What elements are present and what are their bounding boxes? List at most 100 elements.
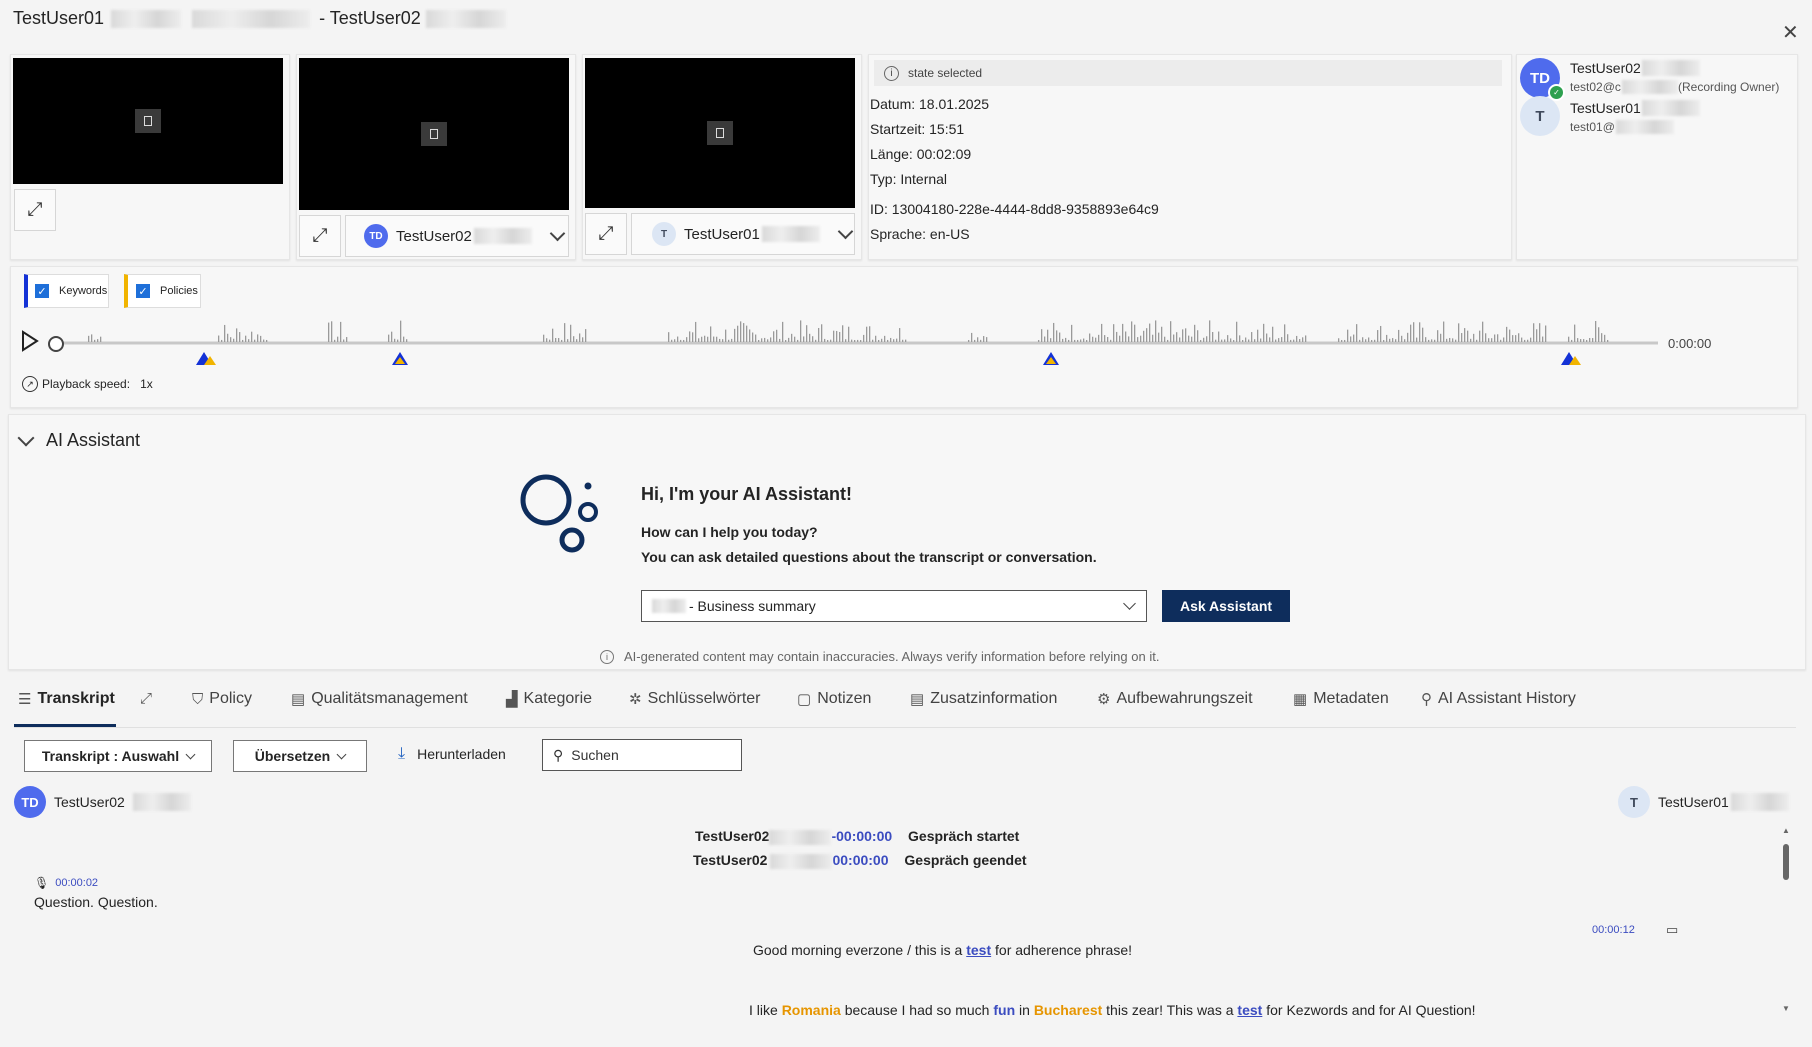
expand-button[interactable]: ⤢ <box>14 189 56 231</box>
playback-speed[interactable]: ↗ Playback speed: 1x <box>22 376 153 392</box>
tab-policy[interactable]: ⛉ Policy <box>192 690 252 708</box>
text-segment: in <box>1019 1002 1030 1018</box>
tab-zusatzinformation[interactable]: ▤ Zusatzinformation <box>910 690 1057 708</box>
expand-button[interactable]: ⤢ <box>585 213 627 255</box>
transcript-left-speaker: TD TestUser02 <box>14 786 191 818</box>
tab-aufbewahrungszeit[interactable]: ⚙ Aufbewahrungszeit <box>1097 690 1253 708</box>
video-frame[interactable] <box>585 58 855 208</box>
waveform-bar <box>394 338 396 342</box>
ai-section-toggle[interactable]: AI Assistant <box>17 429 140 451</box>
waveform-bar <box>233 338 235 342</box>
message-time[interactable]: 00:00:02 <box>55 877 98 889</box>
participant-select[interactable]: TD TestUser02 <box>345 215 569 257</box>
waveform-bar <box>803 336 805 342</box>
scroll-down-icon[interactable]: ▼ <box>1782 1004 1790 1013</box>
video-frame[interactable] <box>13 58 283 184</box>
tab-ai-assistant-history[interactable]: ⚲ AI Assistant History <box>1421 690 1576 708</box>
waveform-bar <box>1545 325 1547 342</box>
waveform-bar <box>1467 330 1469 342</box>
prompt-select[interactable]: - Business summary <box>641 590 1147 622</box>
text-segment: for Kezwords and for AI Question! <box>1266 1002 1476 1018</box>
tab-transkript[interactable]: ☰ Transkript <box>18 690 115 708</box>
policy-highlight[interactable]: Romania <box>782 1002 841 1018</box>
ai-assistant-panel <box>8 414 1806 670</box>
tab-kategorie[interactable]: ▟ Kategorie <box>506 690 592 708</box>
waveform-bar <box>1221 339 1223 342</box>
video-panel-2: ⤢ TD TestUser02 <box>296 54 576 260</box>
expand-button[interactable]: ⤢ <box>299 215 341 257</box>
translate-button[interactable]: Übersetzen <box>233 740 367 772</box>
waveform-bar <box>1464 328 1466 342</box>
waveform-bar <box>977 337 979 342</box>
waveform-bar <box>677 336 679 342</box>
waveform[interactable] <box>48 308 1668 348</box>
tab-expand[interactable]: ⤢ <box>140 690 152 707</box>
download-button[interactable]: ⤓ Herunterladen <box>398 745 506 763</box>
state-text: state selected <box>908 66 983 80</box>
scroll-up-icon[interactable]: ▲ <box>1782 826 1790 835</box>
waveform-bar <box>797 339 799 342</box>
keyword-highlight[interactable]: test <box>1237 1002 1262 1018</box>
transcript-right-speaker: T TestUser01 <box>1618 786 1789 818</box>
waveform-bar <box>1407 332 1409 342</box>
expand-icon: ⤢ <box>598 223 614 244</box>
scrollbar-thumb[interactable] <box>1783 844 1789 880</box>
scrollbar[interactable]: ▲ ▼ <box>1780 826 1792 1018</box>
message-time-right[interactable]: 00:00:12 <box>1592 924 1635 936</box>
comment-icon[interactable]: ▭ <box>1666 922 1678 938</box>
avatar: T <box>1520 96 1560 136</box>
waveform-bar <box>388 334 390 342</box>
keywords-filter[interactable]: ✓ Keywords <box>24 274 109 308</box>
tab-label: Notizen <box>817 690 872 707</box>
waveform-bar <box>585 329 587 342</box>
download-label: Herunterladen <box>417 746 506 762</box>
close-button[interactable]: ✕ <box>1782 20 1799 45</box>
tab-notizen[interactable]: ▢ Notizen <box>797 690 871 708</box>
waveform-bar <box>239 332 241 342</box>
policies-label: Policies <box>160 285 198 297</box>
keyword-highlight[interactable]: test <box>966 942 991 958</box>
tab-qualitaetsmanagement[interactable]: ▤ Qualitätsmanagement <box>291 690 468 708</box>
waveform-bar <box>695 321 697 342</box>
keywords-label: Keywords <box>59 285 108 297</box>
playhead-handle[interactable] <box>48 336 64 352</box>
transcript-select[interactable]: Transkript : Auswahl <box>24 740 212 772</box>
event-time[interactable]: -00:00:00 <box>831 828 892 844</box>
waveform-bar <box>860 339 862 342</box>
tab-schluesselwoerter[interactable]: ✲ Schlüsselwörter <box>629 690 761 708</box>
state-bar: i state selected <box>874 60 1502 86</box>
event-time[interactable]: 00:00:00 <box>832 852 888 868</box>
waveform-bar <box>218 335 220 342</box>
waveform-bar <box>1571 339 1573 342</box>
waveform-bar <box>1116 331 1118 342</box>
chart-icon: ▟ <box>506 691 518 708</box>
waveform-bar <box>1200 339 1202 342</box>
waveform-bar <box>1080 339 1082 342</box>
participant-item[interactable]: T TestUser01 test01@ <box>1518 96 1788 142</box>
waveform-bar <box>1574 324 1576 342</box>
waveform-bar <box>558 338 560 342</box>
speed-icon: ↗ <box>22 376 38 392</box>
waveform-bar <box>869 326 871 342</box>
waveform-bar <box>1260 338 1262 342</box>
waveform-bar <box>1509 329 1511 342</box>
waveform-bar <box>1113 324 1115 342</box>
participant-select[interactable]: T TestUser01 <box>631 213 855 255</box>
policy-marker[interactable] <box>1569 356 1581 365</box>
ask-assistant-button[interactable]: Ask Assistant <box>1162 590 1290 622</box>
waveform-bar <box>1068 339 1070 342</box>
keyword-highlight[interactable]: fun <box>993 1002 1015 1018</box>
video-frame[interactable] <box>299 58 569 210</box>
policies-filter[interactable]: ✓ Policies <box>124 274 201 308</box>
redacted-text <box>770 853 833 869</box>
tab-metadaten[interactable]: ▦ Metadaten <box>1293 690 1389 708</box>
policy-marker[interactable] <box>204 356 216 365</box>
policy-marker[interactable] <box>1046 357 1056 364</box>
waveform-bar <box>980 339 982 342</box>
policy-marker[interactable] <box>395 357 405 364</box>
tab-label: AI Assistant History <box>1438 690 1576 707</box>
policy-highlight[interactable]: Bucharest <box>1034 1002 1102 1018</box>
info-icon: i <box>884 65 899 81</box>
waveform-bar <box>1128 336 1130 342</box>
search-input[interactable]: ⚲ Suchen <box>542 739 742 771</box>
